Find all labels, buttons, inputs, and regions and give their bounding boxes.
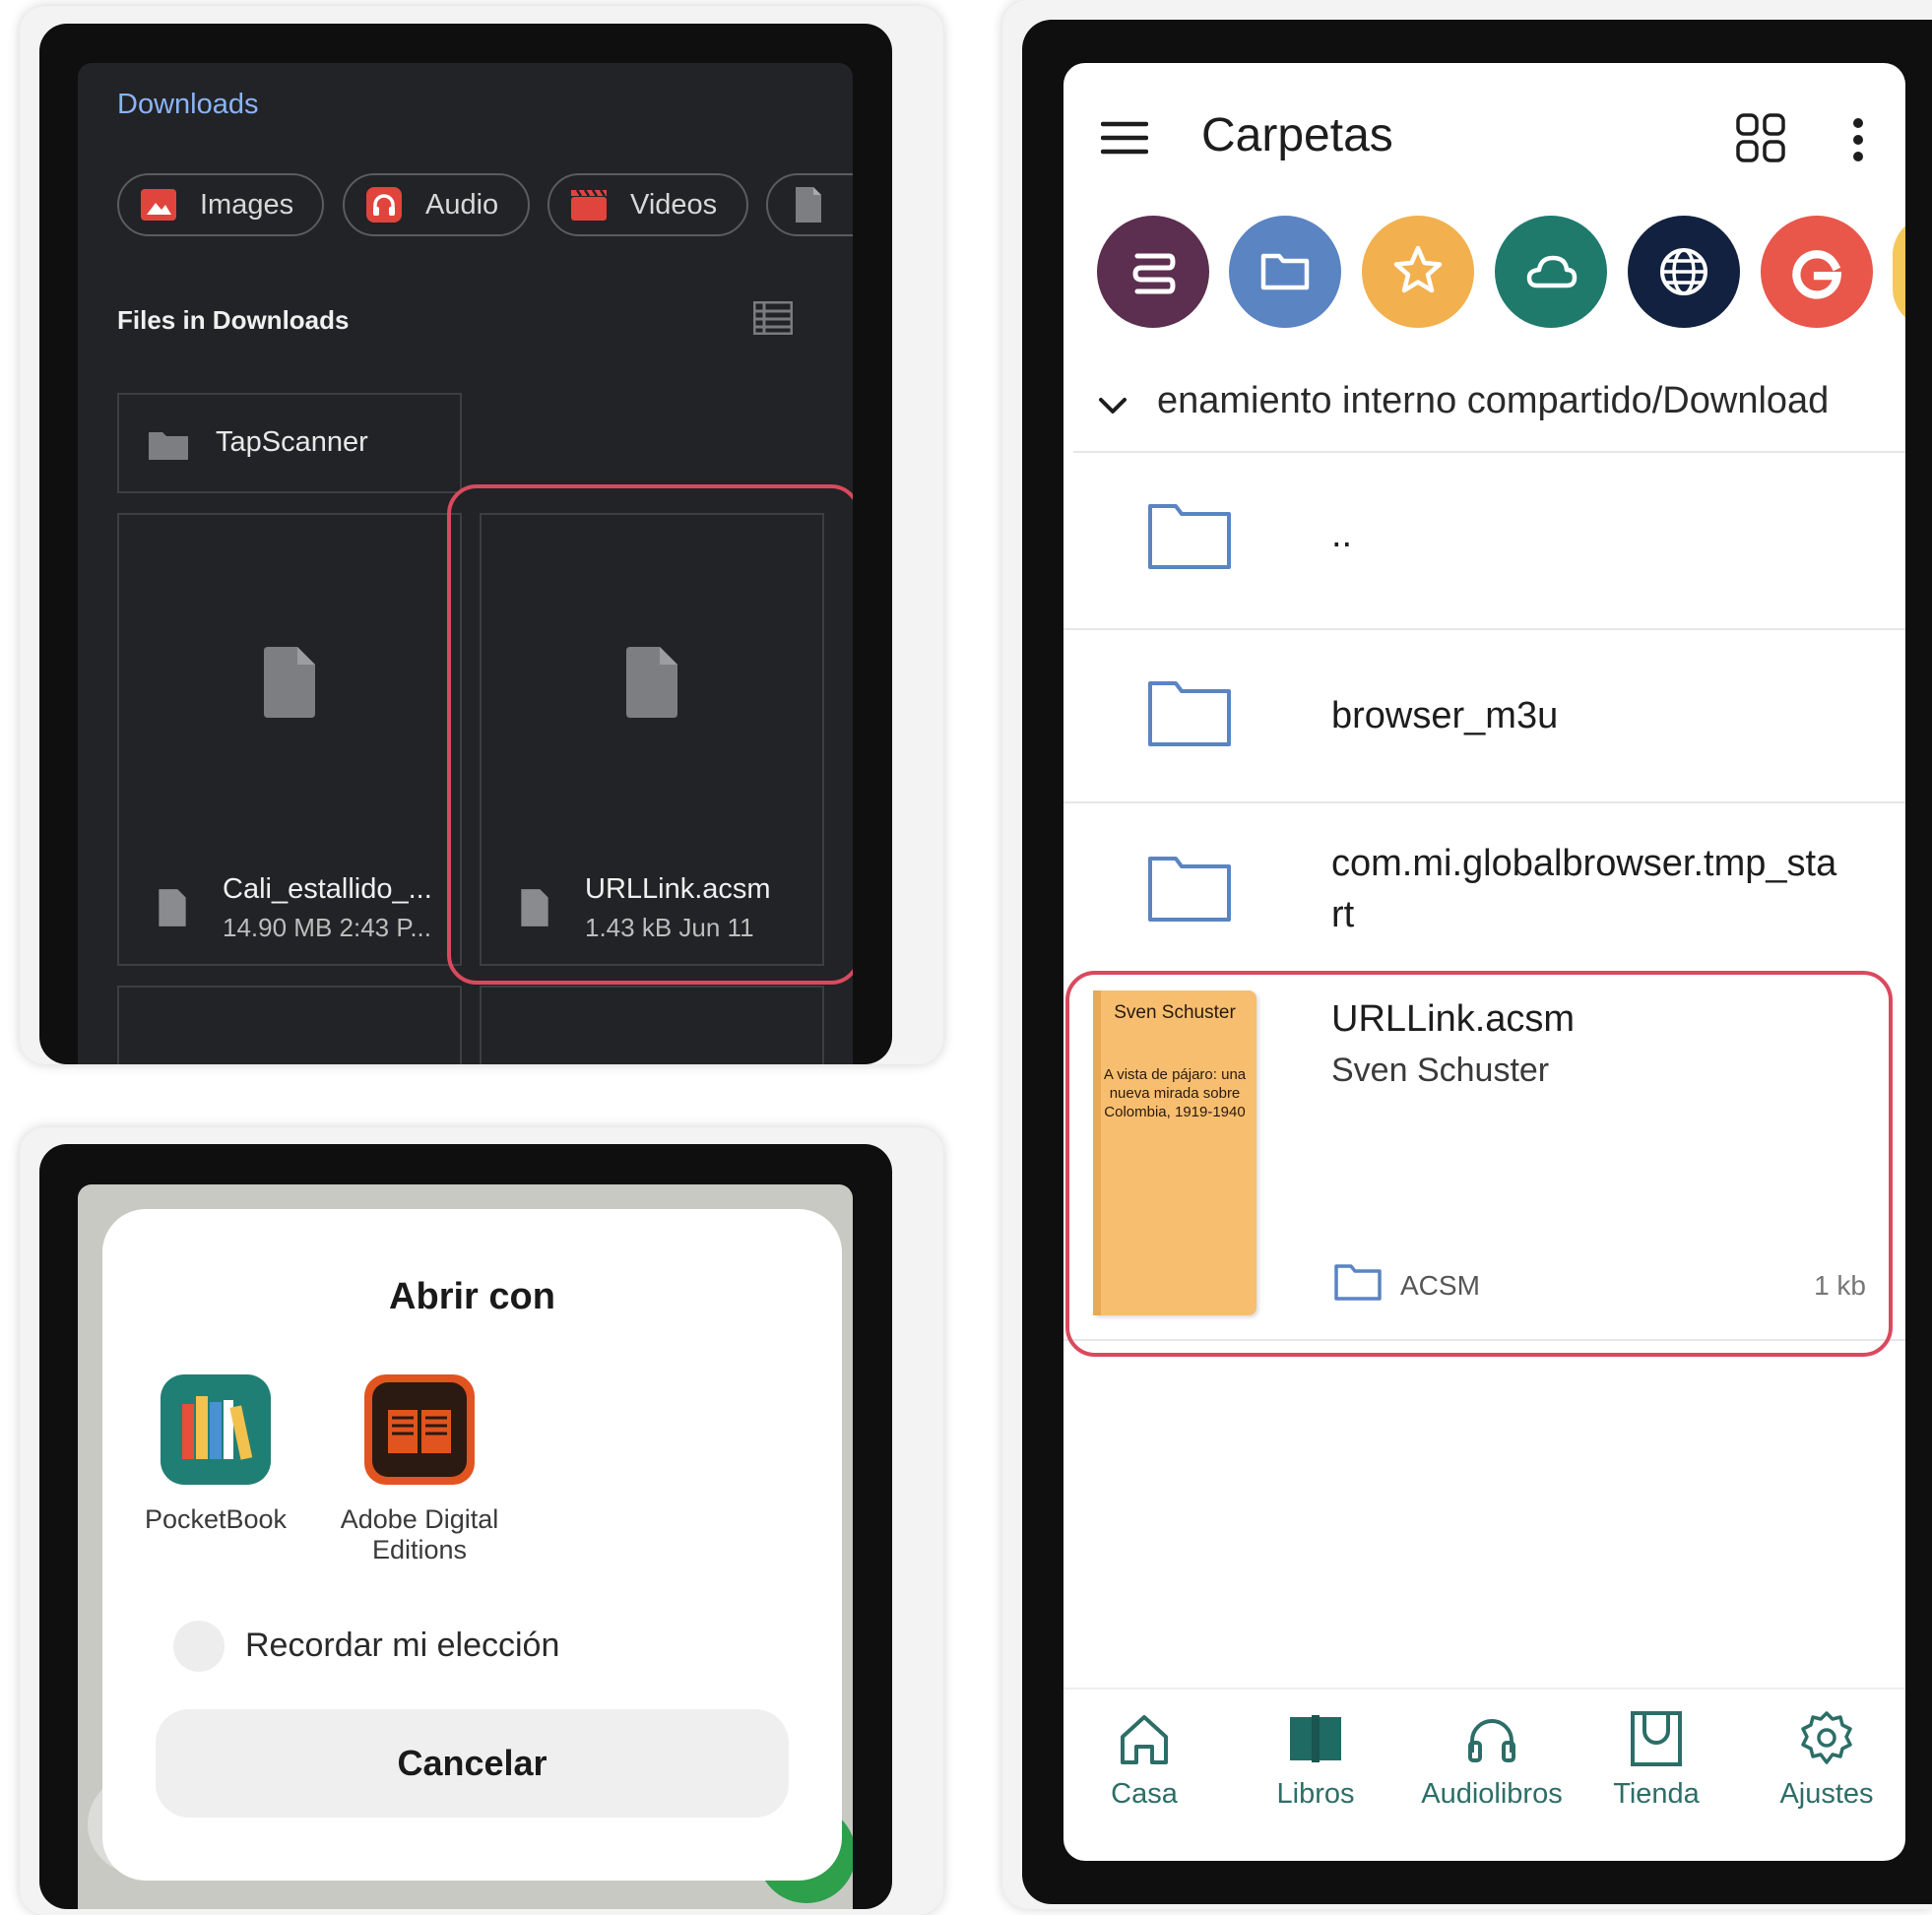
headphones-icon	[1468, 1719, 1515, 1762]
nav-casa[interactable]: Casa	[1065, 1690, 1223, 1811]
folder-row-browser-m3u[interactable]: browser_m3u	[1063, 630, 1905, 801]
cancel-button-label: Cancelar	[397, 1743, 547, 1783]
list-view-icon[interactable]	[753, 301, 793, 335]
folder-icon	[149, 432, 188, 460]
folder-name-line1: com.mi.globalbrowser.tmp_sta	[1331, 843, 1837, 884]
file-small-icon	[159, 889, 186, 926]
chip-videos[interactable]: Videos	[547, 173, 748, 236]
highlight-box	[447, 484, 853, 985]
folder-name: browser_m3u	[1331, 695, 1559, 736]
chip-documents[interactable]	[766, 173, 853, 236]
google-icon	[1792, 250, 1842, 299]
globe-icon	[1660, 248, 1707, 295]
cloud-icon	[1526, 255, 1578, 288]
grid-view-icon[interactable]	[1735, 112, 1786, 163]
chip-images-label: Images	[200, 188, 294, 221]
folder-shortcut[interactable]	[1229, 216, 1341, 328]
google-shortcut[interactable]	[1761, 216, 1873, 328]
folder-icon	[1260, 253, 1310, 290]
image-icon	[141, 189, 176, 221]
nav-tienda[interactable]: Tienda	[1578, 1690, 1735, 1811]
cloud-shortcut[interactable]	[1495, 216, 1607, 328]
file-name: Cali_estallido_...	[223, 873, 432, 905]
folder-row-globalbrowser[interactable]: com.mi.globalbrowser.tmp_sta rt	[1063, 803, 1905, 971]
nav-label: Libros	[1276, 1778, 1355, 1810]
home-icon	[1121, 1715, 1168, 1764]
chip-images[interactable]: Images	[117, 173, 324, 236]
chevron-down-icon[interactable]	[1098, 396, 1127, 415]
app-option-adobe-digital-editions[interactable]: Adobe Digital Editions	[321, 1374, 518, 1571]
folders-screen: Carpetas enamiento interno compartido/Do…	[1063, 63, 1905, 1861]
app-label-line1: Adobe Digital	[340, 1504, 499, 1534]
nav-audiolibros[interactable]: Audiolibros	[1408, 1690, 1576, 1811]
adobe-digital-editions-icon	[364, 1374, 475, 1485]
path-breadcrumb[interactable]: enamiento interno compartido/Download	[1157, 380, 1829, 422]
app-option-pocketbook[interactable]: PocketBook	[142, 1374, 290, 1552]
clapper-icon	[571, 189, 607, 221]
chip-audio[interactable]: Audio	[343, 173, 530, 236]
settings-icon	[1801, 1711, 1852, 1764]
bottom-navigation: Casa Libros Audiolibros Tienda Ajustes	[1063, 1688, 1905, 1861]
more-shortcut-partial	[1893, 216, 1905, 328]
folder-icon	[1148, 857, 1231, 922]
file-tile-partial	[117, 986, 462, 1064]
folder-name: TapScanner	[216, 426, 368, 458]
downloads-title: Downloads	[117, 89, 259, 120]
nav-label: Audiolibros	[1421, 1778, 1563, 1810]
files-section-title: Files in Downloads	[117, 305, 350, 335]
highlight-box	[1065, 971, 1893, 1357]
chip-videos-label: Videos	[630, 188, 718, 221]
app-label-line2: Editions	[371, 1535, 468, 1564]
remember-choice-checkbox[interactable]	[173, 1621, 225, 1672]
storage-shortcut[interactable]	[1097, 216, 1209, 328]
book-icon	[1290, 1715, 1341, 1762]
file-tile-cali[interactable]: Cali_estallido_... 14.90 MB 2:43 P...	[117, 513, 462, 966]
file-preview-icon	[264, 647, 315, 718]
pocketbook-app-icon	[161, 1374, 271, 1485]
nav-libros[interactable]: Libros	[1237, 1690, 1394, 1811]
page-title: Carpetas	[1201, 109, 1393, 161]
nav-ajustes[interactable]: Ajustes	[1748, 1690, 1905, 1811]
downloads-screen: Downloads Images Audio Videos Files in D…	[78, 63, 853, 1064]
headphones-icon	[366, 187, 402, 223]
web-shortcut[interactable]	[1628, 216, 1740, 328]
star-icon	[1393, 245, 1443, 293]
store-icon	[1631, 1711, 1682, 1766]
chip-audio-label: Audio	[425, 188, 499, 221]
document-icon	[796, 187, 821, 223]
folder-icon	[1148, 681, 1231, 746]
open-with-screen: Abrir con PocketBook Adobe Digital Editi…	[78, 1184, 853, 1909]
cancel-button[interactable]: Cancelar	[156, 1709, 789, 1818]
folder-name-line2: rt	[1331, 894, 1355, 935]
file-meta: 14.90 MB 2:43 P...	[223, 913, 431, 942]
file-tile-partial	[480, 986, 824, 1064]
folder-icon	[1148, 504, 1231, 569]
open-with-dialog: Abrir con PocketBook Adobe Digital Editi…	[102, 1209, 842, 1881]
dialog-title: Abrir con	[389, 1276, 555, 1317]
remember-choice-label[interactable]: Recordar mi elección	[245, 1627, 559, 1665]
app-label: PocketBook	[144, 1504, 288, 1534]
more-options-icon[interactable]	[1852, 118, 1864, 161]
nav-label: Casa	[1111, 1778, 1178, 1810]
nav-label: Ajustes	[1779, 1778, 1874, 1810]
folder-tile-tapscanner[interactable]: TapScanner	[117, 393, 462, 493]
folder-row-parent[interactable]: ..	[1063, 453, 1905, 628]
favorites-shortcut[interactable]	[1362, 216, 1474, 328]
storage-icon	[1132, 253, 1176, 294]
hamburger-menu-icon[interactable]	[1101, 120, 1148, 156]
nav-label: Tienda	[1613, 1778, 1700, 1810]
folder-name: ..	[1331, 514, 1353, 555]
